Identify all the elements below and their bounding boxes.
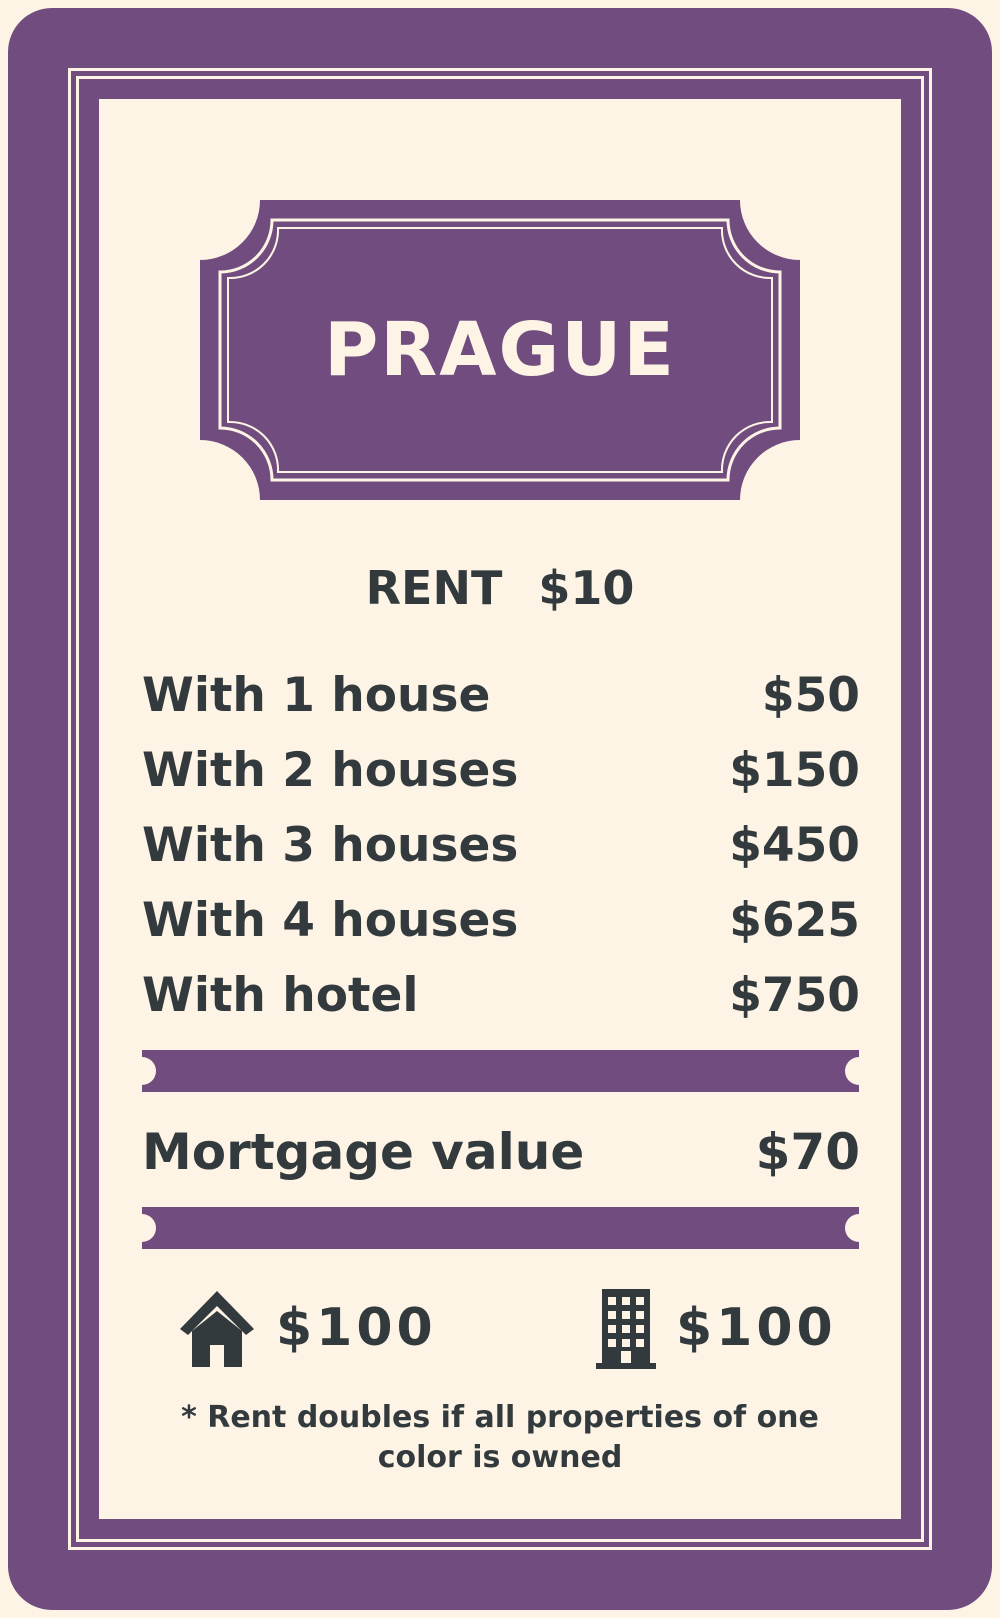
- mortgage-value: $70: [755, 1123, 860, 1181]
- mortgage-label: Mortgage value: [142, 1123, 585, 1181]
- divider-band-top: [128, 1050, 873, 1092]
- rent-value: $10: [538, 561, 635, 615]
- base-rent: RENT $10: [200, 558, 800, 618]
- rent-row: With 3 houses $450: [142, 808, 860, 883]
- mortgage-row: Mortgage value $70: [142, 1120, 860, 1184]
- divider-band-bottom: [128, 1207, 873, 1249]
- building-icon: [596, 1288, 656, 1369]
- rent-row-value: $450: [729, 818, 860, 873]
- rent-row-label: With 3 houses: [142, 818, 519, 873]
- rent-row-label: With hotel: [142, 968, 419, 1023]
- hotel-cost: $100: [596, 1285, 837, 1370]
- rent-row-value: $750: [729, 968, 860, 1023]
- rent-row-label: With 1 house: [142, 668, 491, 723]
- house-cost-value: $100: [276, 1297, 437, 1358]
- rent-table: With 1 house $50 With 2 houses $150 With…: [142, 658, 860, 1033]
- rent-row-label: With 2 houses: [142, 743, 519, 798]
- hotel-cost-value: $100: [676, 1297, 837, 1358]
- rent-row-value: $150: [729, 743, 860, 798]
- house-icon: [180, 1290, 254, 1367]
- rent-row: With hotel $750: [142, 958, 860, 1033]
- rent-row: With 4 houses $625: [142, 883, 860, 958]
- rent-row-value: $625: [729, 893, 860, 948]
- rent-row: With 1 house $50: [142, 658, 860, 733]
- rent-row-label: With 4 houses: [142, 893, 519, 948]
- rent-row-value: $50: [761, 668, 860, 723]
- house-cost: $100: [178, 1285, 437, 1370]
- rent-label: RENT: [365, 561, 503, 615]
- rent-row: With 2 houses $150: [142, 733, 860, 808]
- rent-note: * Rent doubles if all properties of one …: [181, 1400, 819, 1475]
- property-title: PRAGUE: [324, 307, 676, 393]
